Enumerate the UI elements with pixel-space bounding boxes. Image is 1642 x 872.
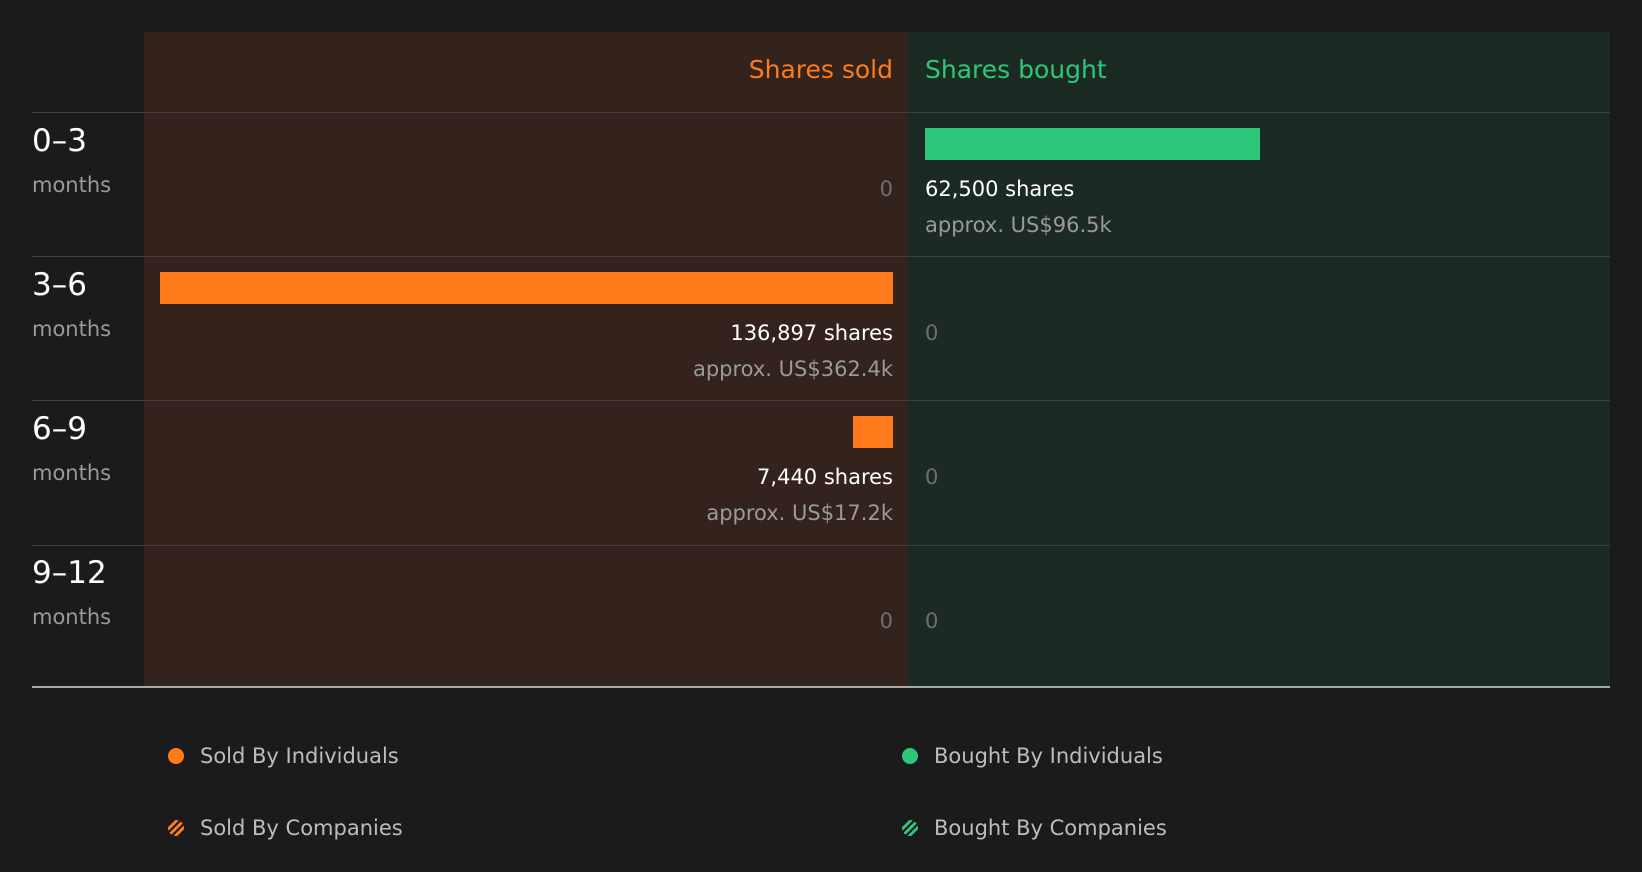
- sold-approx-value-label: approx. US$17.2k: [706, 501, 893, 525]
- period-unit-label: months: [32, 317, 112, 341]
- legend-label: Sold By Companies: [200, 816, 403, 840]
- legend-item-bought-companies[interactable]: Bought By Companies: [902, 812, 1167, 844]
- bought-shares-label: 62,500 shares: [925, 177, 1075, 201]
- sold-approx-value-label: approx. US$362.4k: [692, 357, 893, 381]
- period-unit-label: months: [32, 173, 112, 197]
- sold-zero-label: 0: [879, 609, 893, 633]
- legend-item-bought-individuals[interactable]: Bought By Individuals: [902, 740, 1163, 772]
- bought-zero-label: 0: [925, 609, 939, 633]
- bought-bar: [925, 128, 1260, 160]
- legend-item-sold-companies[interactable]: Sold By Companies: [168, 812, 403, 844]
- baseline-axis: [32, 686, 1610, 688]
- period-unit-label: months: [32, 461, 112, 485]
- legend-label: Bought By Companies: [934, 816, 1167, 840]
- period-unit-label: months: [32, 605, 112, 629]
- sold-bar: [853, 416, 893, 448]
- row-divider: [32, 256, 1610, 257]
- bought-zero-label: 0: [925, 321, 939, 345]
- row-divider: [32, 545, 1610, 546]
- solid-dot-icon: [168, 748, 184, 764]
- period-range-label: 0–3: [32, 123, 87, 159]
- hatched-dot-icon: [168, 820, 184, 836]
- row-divider: [32, 400, 1610, 401]
- legend-label: Sold By Individuals: [200, 744, 399, 768]
- sold-zero-label: 0: [879, 177, 893, 201]
- bought-zero-label: 0: [925, 465, 939, 489]
- shares-sold-header: Shares sold: [748, 55, 893, 84]
- period-range-label: 9–12: [32, 555, 107, 591]
- sold-shares-label: 7,440 shares: [757, 465, 893, 489]
- bought-approx-value-label: approx. US$96.5k: [925, 213, 1112, 237]
- solid-dot-icon: [902, 748, 918, 764]
- row-divider: [32, 112, 1610, 113]
- shares-bought-header: Shares bought: [925, 55, 1107, 84]
- legend-label: Bought By Individuals: [934, 744, 1163, 768]
- period-range-label: 3–6: [32, 267, 87, 303]
- period-range-label: 6–9: [32, 411, 87, 447]
- sold-bar: [160, 272, 893, 304]
- legend-item-sold-individuals[interactable]: Sold By Individuals: [168, 740, 399, 772]
- hatched-dot-icon: [902, 820, 918, 836]
- sold-shares-label: 136,897 shares: [730, 321, 893, 345]
